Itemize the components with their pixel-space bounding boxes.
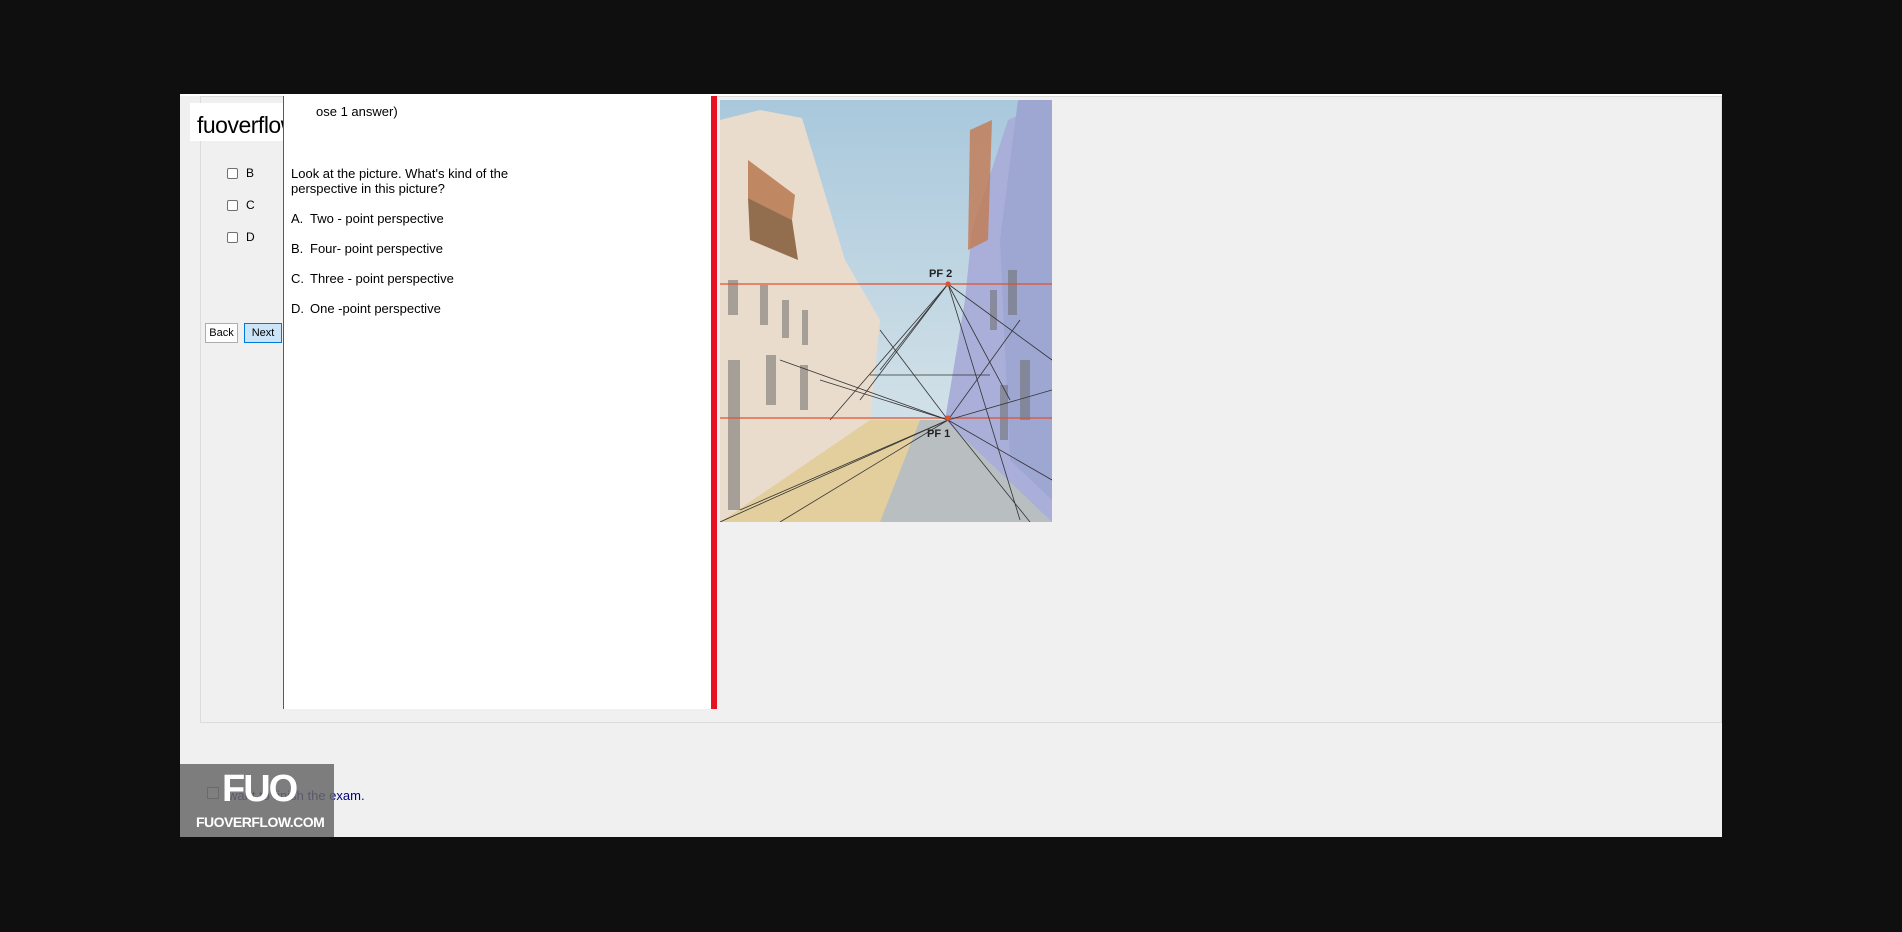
answer-label-c: C xyxy=(246,198,255,212)
option-a-text: Two - point perspective xyxy=(310,211,444,226)
pf1-label: PF 1 xyxy=(927,428,950,440)
option-c-key: C. xyxy=(291,271,304,286)
option-d-key: D. xyxy=(291,301,304,316)
next-button[interactable]: Next xyxy=(244,323,282,343)
question-text: Look at the picture. What's kind of the … xyxy=(291,166,509,196)
answer-choice-b[interactable]: B xyxy=(227,165,254,181)
answer-checkbox-c[interactable] xyxy=(227,199,238,211)
answer-choice-d[interactable]: D xyxy=(227,229,255,245)
perspective-street-picture: PF 2 PF 1 xyxy=(720,100,1052,522)
option-b: B. Four- point perspective xyxy=(291,241,443,256)
option-a-key: A. xyxy=(291,211,304,226)
watermark-logo: FUO xyxy=(222,768,298,810)
answer-checkbox-d[interactable] xyxy=(227,231,238,243)
option-c: C. Three - point perspective xyxy=(291,271,454,286)
option-a: A. Two - point perspective xyxy=(291,211,444,226)
option-d: D. One -point perspective xyxy=(291,301,441,316)
answer-checkbox-b[interactable] xyxy=(227,167,238,179)
back-button[interactable]: Back xyxy=(205,323,238,343)
watermark-site: FUOVERFLOW.COM xyxy=(196,814,325,830)
answer-label-b: B xyxy=(246,166,255,180)
option-d-text: One -point perspective xyxy=(310,301,441,316)
pf2-label: PF 2 xyxy=(929,268,952,280)
option-c-text: Three - point perspective xyxy=(310,271,454,286)
splitter-divider[interactable] xyxy=(711,96,717,709)
question-header: ose 1 answer) xyxy=(316,104,398,119)
logo-text: fuoverflow xyxy=(197,112,297,138)
option-b-key: B. xyxy=(291,241,304,256)
answer-choice-c[interactable]: C xyxy=(227,197,255,213)
option-b-text: Four- point perspective xyxy=(310,241,443,256)
answer-label-d: D xyxy=(246,230,255,244)
